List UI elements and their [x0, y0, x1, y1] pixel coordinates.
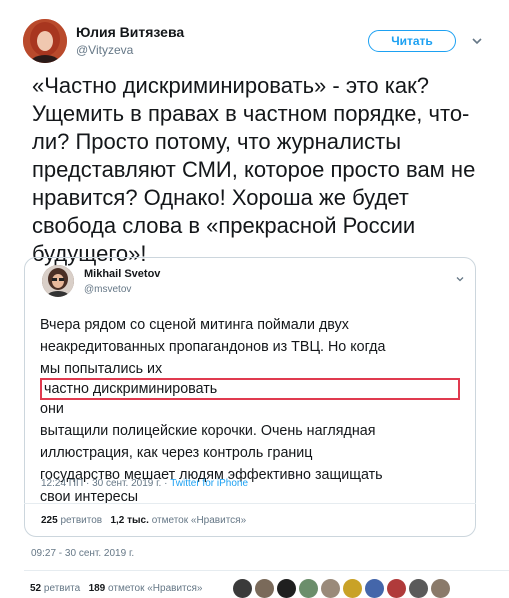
tweet-text-line: ли? Просто потому, что журналисты [32, 129, 402, 154]
quoted-author-name[interactable]: Mikhail Svetov [84, 268, 160, 280]
quoted-likes-label: отметок «Нравится» [151, 515, 247, 526]
quoted-text-line: свои интересы [40, 489, 139, 505]
liker-avatar[interactable] [233, 579, 252, 598]
liker-avatar[interactable] [409, 579, 428, 598]
quoted-likes-count[interactable]: 1,2 тыс. [110, 515, 148, 526]
liker-avatar[interactable] [387, 579, 406, 598]
quoted-stats: 225 ретвитов 1,2 тыс. отметок «Нравится» [41, 515, 246, 526]
quoted-timestamp: 12:24 ПП · 30 сент. 2019 г. · Twitter fo… [41, 478, 248, 489]
tweet-text-line: Ущемить в правах в частном порядке, что- [32, 101, 470, 126]
quoted-author-handle[interactable]: @msvetov [84, 284, 131, 295]
tweet-text: «Частно дискриминировать» - это как? Уще… [32, 72, 487, 268]
tweet-text-line: «Частно дискриминировать» - это как? [32, 73, 429, 98]
liker-avatar[interactable] [365, 579, 384, 598]
quoted-text-line: неакредитованных пропагандонов из ТВЦ. Н… [40, 339, 386, 355]
tweet-text-line: свобода слова в «прекрасной России [32, 213, 416, 238]
divider [24, 503, 476, 504]
quoted-text-line: иллюстрация, как через контроль границ [40, 445, 313, 461]
quoted-source-link[interactable]: Twitter for iPhone [170, 478, 248, 489]
quoted-text-line: вытащили полицейские корочки. Очень нагл… [40, 423, 376, 439]
divider [24, 570, 509, 571]
author-name[interactable]: Юлия Витязева [76, 24, 184, 40]
author-avatar[interactable] [23, 19, 67, 63]
author-handle[interactable]: @Vityzeva [76, 43, 133, 57]
quoted-time[interactable]: 12:24 ПП · 30 сент. 2019 г. · [41, 478, 170, 489]
retweets-count[interactable]: 52 [30, 583, 41, 594]
quoted-author-avatar[interactable] [42, 265, 74, 297]
tweet-text-line: нравится? Однако! Хороша же будет [32, 185, 409, 210]
chevron-down-icon[interactable] [470, 34, 484, 48]
tweet-stats: 52 ретвита 189 отметок «Нравится» [30, 583, 203, 594]
quoted-text-fragment: они [40, 401, 64, 417]
chevron-down-icon[interactable] [455, 271, 465, 282]
tweet-date[interactable]: 09:27 - 30 сент. 2019 г. [31, 548, 134, 559]
likes-count[interactable]: 189 [89, 583, 106, 594]
tweet-text-line: представляют СМИ, которое просто вам не [32, 157, 476, 182]
quoted-retweets-count[interactable]: 225 [41, 515, 58, 526]
liker-avatar[interactable] [321, 579, 340, 598]
liker-avatar[interactable] [299, 579, 318, 598]
quoted-text-line: мы попытались их частно дискриминировать… [40, 358, 460, 420]
liker-avatar[interactable] [343, 579, 362, 598]
liker-avatar[interactable] [277, 579, 296, 598]
quoted-text-line: Вчера рядом со сценой митинга поймали дв… [40, 317, 349, 333]
highlighted-phrase: частно дискриминировать [40, 378, 460, 400]
follow-button[interactable]: Читать [368, 30, 456, 52]
liker-avatar[interactable] [431, 579, 450, 598]
likes-label: отметок «Нравится» [108, 583, 203, 594]
retweets-label: ретвита [43, 583, 81, 594]
quoted-text-fragment: мы попытались их [40, 361, 163, 377]
quoted-retweets-label: ретвитов [60, 515, 103, 526]
liker-avatar[interactable] [255, 579, 274, 598]
liker-avatars [233, 579, 450, 598]
